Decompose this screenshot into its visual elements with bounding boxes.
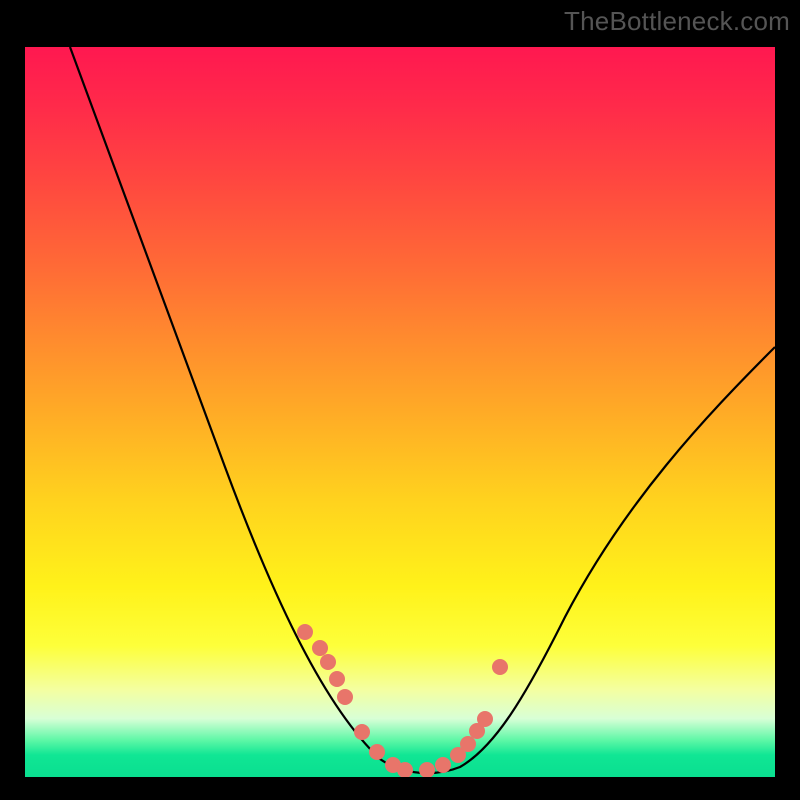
watermark-text: TheBottleneck.com [564,6,790,37]
chart-gradient-background [25,47,775,777]
bottleneck-curve [70,47,775,773]
chart-frame [20,42,780,782]
chart-svg [25,47,775,777]
